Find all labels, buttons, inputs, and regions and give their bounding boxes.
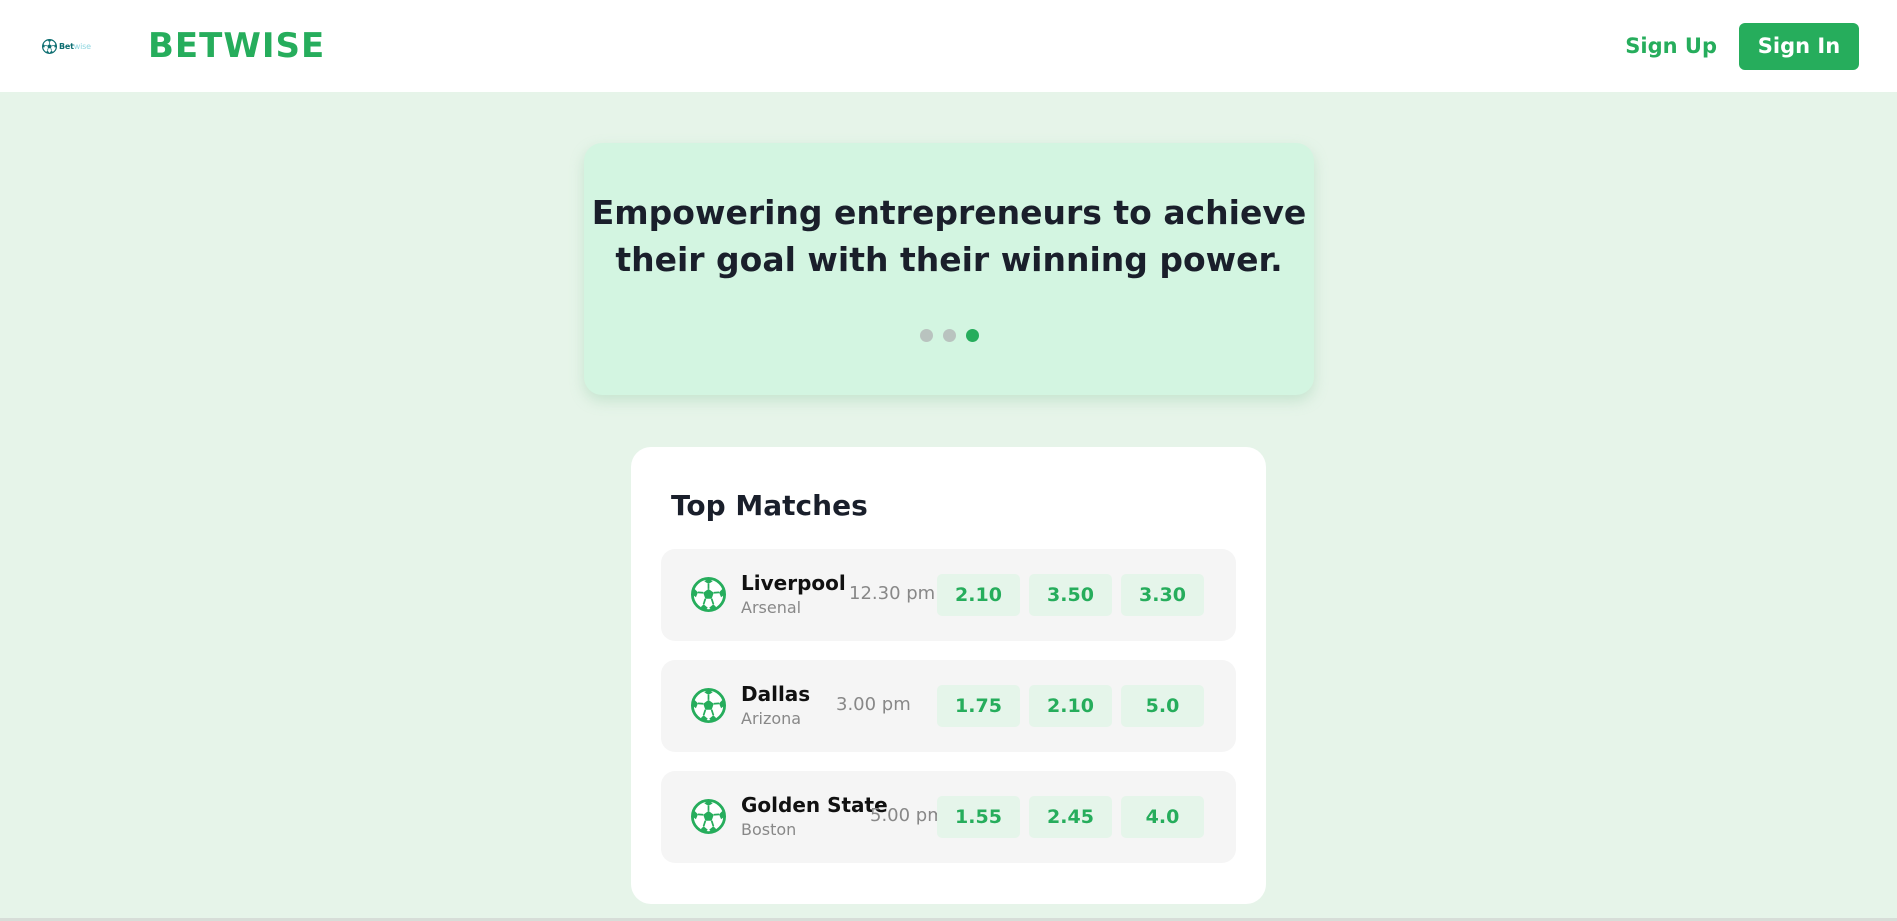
hero-carousel: Empowering entrepreneurs to achieve thei… [584,143,1314,395]
odds-group: 1.75 2.10 5.0 [937,685,1213,727]
logo[interactable]: Betwise [42,34,112,58]
sign-in-button[interactable]: Sign In [1739,22,1859,70]
match-row[interactable]: Liverpool Arsenal 12.30 pm 2.10 3.50 3.3… [661,549,1236,641]
odd-home-button[interactable]: 1.75 [937,685,1020,727]
odd-away-button[interactable]: 4.0 [1121,796,1204,838]
odd-away-button[interactable]: 3.30 [1121,574,1204,616]
home-team: Dallas [741,682,811,706]
odds-group: 2.10 3.50 3.30 [937,574,1213,616]
home-team: Liverpool [741,571,846,595]
match-teams: Liverpool Arsenal [741,571,846,617]
carousel-dots [584,329,1314,342]
top-header: Betwise BETWISE Sign Up Sign In [0,0,1897,92]
hero-line-2: their goal with their winning power. [615,240,1283,279]
odd-draw-button[interactable]: 3.50 [1029,574,1112,616]
top-matches-card: Top Matches Liverpool Arsenal 12.30 pm 2… [631,447,1266,904]
odd-home-button[interactable]: 1.55 [937,796,1020,838]
home-team: Golden State [741,793,888,817]
soccer-ball-icon [691,799,726,834]
brand-name[interactable]: BETWISE [148,26,325,66]
match-time: 12.30 pm [849,583,936,604]
soccer-ball-icon [691,577,726,612]
hero-headline: Empowering entrepreneurs to achieve thei… [584,143,1314,283]
away-team: Arizona [741,709,802,728]
match-row[interactable]: Dallas Arizona 3.00 pm 1.75 2.10 5.0 [661,660,1236,752]
match-time: 5.00 pm [870,805,945,826]
odd-home-button[interactable]: 2.10 [937,574,1020,616]
soccer-ball-icon [691,688,726,723]
odd-away-button[interactable]: 5.0 [1121,685,1204,727]
carousel-dot-1[interactable] [919,329,933,342]
carousel-dot-3[interactable] [965,329,979,342]
soccer-ball-icon [42,39,57,54]
section-title: Top Matches [671,489,868,522]
away-team: Arsenal [741,598,802,617]
odd-draw-button[interactable]: 2.45 [1029,796,1112,838]
odds-group: 1.55 2.45 4.0 [937,796,1213,838]
sign-up-link[interactable]: Sign Up [1625,34,1717,58]
match-time: 3.00 pm [836,694,911,715]
auth-nav: Sign Up Sign In [1625,22,1859,70]
odd-draw-button[interactable]: 2.10 [1029,685,1112,727]
away-team: Boston [741,820,797,839]
match-teams: Golden State Boston [741,793,888,839]
hero-line-1: Empowering entrepreneurs to achieve [591,193,1307,232]
match-teams: Dallas Arizona [741,682,810,728]
logo-text: Betwise [59,41,91,51]
carousel-dot-2[interactable] [942,329,956,342]
match-row[interactable]: Golden State Boston 5.00 pm 1.55 2.45 4.… [661,771,1236,863]
